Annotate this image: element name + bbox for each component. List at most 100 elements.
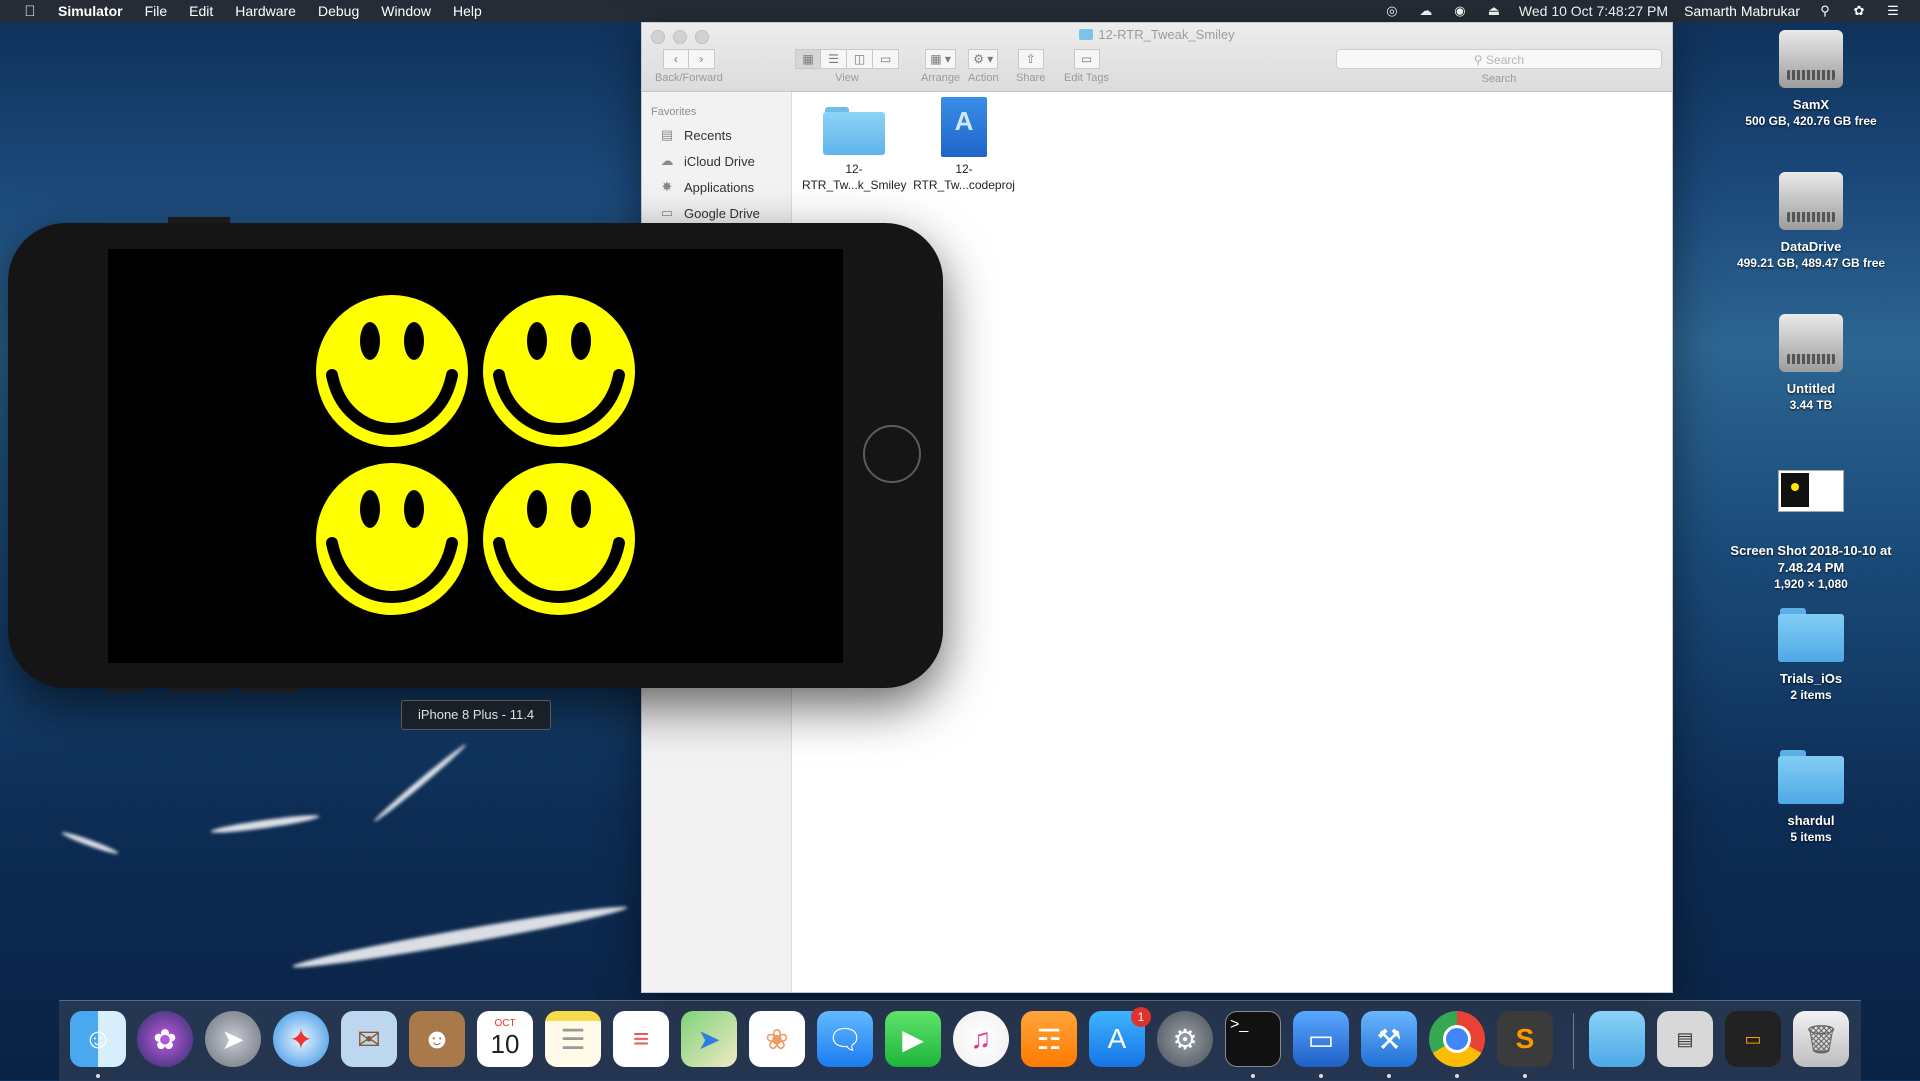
eject-icon[interactable]: ⏏ [1485,3,1503,18]
action-group: ⚙ ▾ Action [968,49,999,84]
chrome-icon[interactable] [1429,1011,1485,1067]
forward-button[interactable]: › [688,49,715,69]
running-indicator [1455,1074,1459,1078]
clock[interactable]: Wed 10 Oct 7:48:27 PM [1519,3,1668,19]
smiley-face [316,463,468,615]
calendar-icon[interactable]: OCT 10 [477,1011,533,1067]
apple-menu-icon[interactable]:  [20,3,40,20]
messages-bubble-icon[interactable]: 🗨 [817,1011,873,1067]
downloads-stack-icon[interactable]: ▤ [1657,1011,1713,1067]
action-gear-button[interactable]: ⚙ ▾ [968,49,999,69]
desktop-icon-datadrive[interactable]: DataDrive 499.21 GB, 489.47 GB free [1711,172,1911,272]
folder-stack-icon[interactable] [1589,1011,1645,1067]
desktop-icon-trials-ios[interactable]: Trials_iOs 2 items [1711,608,1911,704]
menu-hardware[interactable]: Hardware [235,3,296,19]
iphone-simulator [8,217,943,692]
search-input[interactable]: ⚲ Search [1336,49,1662,69]
menu-help[interactable]: Help [453,3,482,19]
sidebar-item-applications[interactable]: ✸ Applications [642,174,791,200]
ibooks-icon[interactable]: ☶ [1021,1011,1077,1067]
volume-button [240,688,298,692]
list-view-button[interactable]: ☰ [821,49,847,69]
recents-icon: ▤ [660,127,674,142]
edit-tags-button[interactable]: ▭ [1073,49,1100,69]
running-indicator [1523,1074,1527,1078]
notes-icon[interactable]: ☰ [545,1011,601,1067]
reminders-list-icon[interactable]: ≡ [613,1011,669,1067]
edit-tags-label: Edit Tags [1064,72,1110,84]
contacts-book-icon[interactable]: ☻ [409,1011,465,1067]
cloud-upload-icon[interactable]: ☁ [1417,3,1435,18]
sublime-text-icon[interactable]: S [1497,1011,1553,1067]
edit-tags-group: ▭ Edit Tags [1064,49,1109,84]
icon-view-button[interactable]: ▦ [795,49,821,69]
simulator-icon[interactable]: ▭ [1293,1011,1349,1067]
menu-file[interactable]: File [145,3,168,19]
menu-window[interactable]: Window [381,3,431,19]
running-indicator [1319,1074,1323,1078]
folder-icon [1079,29,1094,40]
wallpaper-wave [372,742,468,824]
finder-dock-icon[interactable]: ☺ [70,1011,126,1067]
folder-icon [823,107,885,155]
simulator-screen[interactable] [108,249,843,663]
creative-cloud-icon[interactable]: ◎ [1383,3,1401,18]
desktop-icon-screenshot[interactable]: Screen Shot 2018-10-10 at 7.48.24 PM 1,9… [1711,466,1911,593]
screenshot-stack-icon[interactable]: ▭ [1725,1011,1781,1067]
back-button[interactable]: ‹ [662,49,689,69]
menu-app-name[interactable]: Simulator [58,3,123,19]
maps-icon[interactable]: ➤ [681,1011,737,1067]
hard-drive-icon [1779,314,1843,372]
desktop-icon-untitled[interactable]: Untitled 3.44 TB [1711,314,1911,414]
mail-stamp-icon[interactable]: ✉ [341,1011,397,1067]
back-forward-label: Back/Forward [655,72,723,84]
file-item-xcodeproj[interactable]: 12- RTR_Tw...codeproj [912,97,1016,193]
home-button[interactable] [863,425,921,483]
xcode-hammer-icon[interactable]: ⚒ [1361,1011,1417,1067]
sidebar-heading-favorites: Favorites [651,106,697,118]
siri-icon[interactable]: ✿ [1850,3,1868,18]
gallery-view-button[interactable]: ▭ [873,49,899,69]
share-label: Share [1016,72,1046,84]
folder-icon [1778,750,1844,804]
wallpaper-wave [209,812,321,836]
launchpad-rocket-icon[interactable]: ➤ [205,1011,261,1067]
sidebar-item-recents[interactable]: ▤ Recents [642,122,791,148]
photos-flower-icon[interactable]: ❀ [749,1011,805,1067]
app-store-icon[interactable]: A 1 [1089,1007,1151,1067]
desktop-icon-shardul[interactable]: shardul 5 items [1711,750,1911,846]
share-group: ⇧ Share [1016,49,1045,84]
volume-button [170,688,228,692]
folder-icon [1778,608,1844,662]
facetime-camera-icon[interactable]: ▶ [885,1011,941,1067]
desktop-icon-samx[interactable]: SamX 500 GB, 420.76 GB free [1711,30,1911,130]
file-item-folder[interactable]: 12- RTR_Tw...k_Smiley [802,107,906,193]
user-name[interactable]: Samarth Mabrukar [1684,3,1800,19]
terminal-icon[interactable]: >_ [1225,1011,1281,1067]
arrange-label: Arrange [921,72,961,84]
column-view-button[interactable]: ◫ [847,49,873,69]
finder-titlebar: 12-RTR_Tweak_Smiley ‹ › Back/Forward ▦ ☰… [642,23,1672,92]
arrange-button[interactable]: ▦ ▾ [925,49,956,69]
nvidia-icon[interactable]: ◉ [1451,3,1469,18]
menu-edit[interactable]: Edit [189,3,213,19]
running-indicator [1251,1074,1255,1078]
view-group: ▦ ☰ ◫ ▭ View [795,49,899,84]
sidebar-item-icloud-drive[interactable]: ☁ iCloud Drive [642,148,791,174]
system-preferences-gear-icon[interactable]: ⚙ [1157,1011,1213,1067]
siri-dock-icon[interactable]: ✿ [137,1011,193,1067]
itunes-music-icon[interactable]: ♫ [953,1011,1009,1067]
spotlight-search-icon[interactable]: ⚲ [1816,3,1834,18]
menu-bar:  Simulator File Edit Hardware Debug Win… [0,0,1920,22]
share-button[interactable]: ⇧ [1017,49,1044,69]
notification-center-icon[interactable]: ☰ [1884,3,1902,18]
arrange-group: ▦ ▾ Arrange [921,49,960,84]
notification-badge: 1 [1131,1007,1151,1027]
safari-compass-icon[interactable]: ✦ [273,1011,329,1067]
wallpaper-wave [60,829,120,857]
action-label: Action [968,72,999,84]
cloud-icon: ☁ [660,153,674,168]
wallpaper-wave [291,900,629,974]
menu-debug[interactable]: Debug [318,3,359,19]
trash-icon[interactable]: 🗑 [1793,1011,1849,1067]
